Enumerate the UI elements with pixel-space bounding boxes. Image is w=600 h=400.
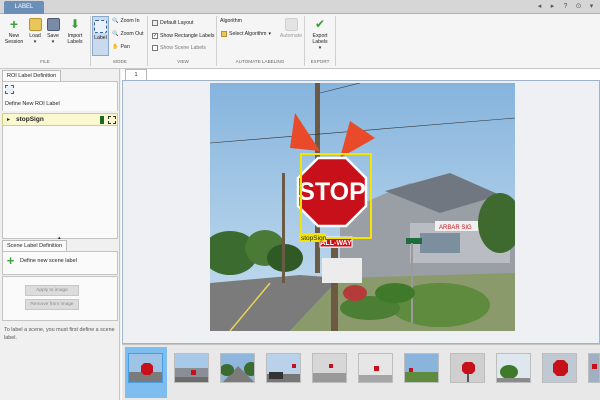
checkbox-icon [152,45,158,51]
add-scene-label-icon[interactable]: + [5,254,16,267]
roi-label-name: stopSign [16,116,44,123]
stop-sign-text: STOP [298,178,366,206]
define-new-roi-label[interactable]: Define New ROI Label [5,101,60,107]
checkbox-checked-icon: ✓ [152,33,158,39]
roi-label-row-stopsign[interactable]: ▸ stopSign [2,113,118,126]
roi-box-label: stopSign [301,235,327,242]
title-strip: LABEL ◂ ▸ ? ⊙ ▾ [0,0,600,14]
save-button[interactable]: Save ▾ [45,18,61,45]
thumbnail[interactable] [312,353,347,383]
roi-define-area: Define New ROI Label [2,81,118,111]
separator [335,16,336,66]
roi-label-list [2,126,118,239]
export-check-icon: ✔ [314,17,326,31]
image-tab-1[interactable]: 1 [125,69,147,80]
folder-icon [28,18,42,31]
rectangle-type-icon [108,116,116,124]
define-roi-icon[interactable] [5,85,14,94]
section-view: VIEW [177,59,189,64]
algorithm-label: Algorithm [220,18,242,24]
thumbnail[interactable] [220,353,255,383]
remove-from-image-button[interactable]: Remove from image [25,299,79,310]
show-scene-labels-checkbox[interactable]: Show Scene Labels [152,45,206,51]
thumbnail[interactable] [588,353,600,383]
label-color-swatch [100,116,104,124]
hand-icon: ✋ [112,44,119,50]
thumbnail[interactable] [404,353,439,383]
zoom-in-icon: 🔍 [112,18,119,24]
separator [147,16,148,66]
import-labels-button[interactable]: ⬇ Import Labels [63,17,87,46]
left-panel: ROI Label Definition Define New ROI Labe… [0,69,120,400]
scene-define-area: + Define new scene label [2,251,118,275]
thumbnail[interactable] [128,353,163,383]
label-mode-button[interactable]: Label [92,16,109,56]
import-arrow-icon: ⬇ [69,17,81,31]
algorithm-folder-icon [221,31,227,37]
main-area: 1 ARBAR SIG STOP ALL-WAY stopSign [121,69,600,400]
section-mode: MODE [113,59,127,64]
dropdown-icon[interactable]: ▾ [587,2,596,11]
export-labels-button[interactable]: ✔ Export Labels ▾ [307,17,333,52]
quick-access-toolbar: ◂ ▸ ? ⊙ ▾ [535,2,596,11]
section-file: FILE [40,59,50,64]
tab-label[interactable]: LABEL [4,1,44,14]
default-layout-button[interactable]: Default Layout [152,20,193,26]
new-session-button[interactable]: + New Session [3,16,25,45]
toolstrip: + New Session Load ▾ Save ▾ ⬇ Import Lab… [0,14,600,69]
svg-text:ARBAR SIG: ARBAR SIG [439,225,472,231]
image-browser-strip [122,344,600,400]
thumbnail[interactable] [450,353,485,383]
load-button[interactable]: Load ▾ [26,18,44,45]
app-window: LABEL ◂ ▸ ? ⊙ ▾ + New Session Load ▾ Sav… [0,0,600,400]
automate-icon [284,18,298,31]
thumbnail[interactable] [174,353,209,383]
image-viewer[interactable]: ARBAR SIG STOP ALL-WAY stopSign [122,80,600,344]
settings-icon[interactable]: ⊙ [574,2,583,11]
thumbnail[interactable] [496,353,531,383]
define-new-scene-label[interactable]: Define new scene label [20,258,77,264]
automate-button[interactable]: Automate [278,18,304,39]
zoom-out-icon: 🔍 [112,31,119,37]
section-automate: AUTOMATE LABELING [235,59,285,64]
apply-to-image-button[interactable]: Apply to image [25,285,79,296]
forward-icon[interactable]: ▸ [548,2,557,11]
plus-icon: + [9,16,19,32]
scene-label-list: Apply to image Remove from image [2,276,118,321]
thumbnail[interactable] [542,353,577,383]
show-rectangle-labels-checkbox[interactable]: ✓ Show Rectangle Labels [152,33,215,39]
chevron-down-icon: ▾ [268,31,272,37]
separator [90,16,91,66]
thumbnail[interactable] [358,353,393,383]
save-icon [46,18,60,31]
thumbnail[interactable] [266,353,301,383]
pan-button[interactable]: ✋ Pan [112,44,130,50]
expand-arrow-icon[interactable]: ▸ [7,116,10,123]
separator [216,16,217,66]
select-algorithm-dropdown[interactable]: Select Algorithm ▾ [221,31,271,37]
zoom-out-button[interactable]: 🔍 Zoom Out [112,31,144,37]
zoom-in-button[interactable]: 🔍 Zoom In [112,18,140,24]
scene-hint-text: To label a scene, you must first define … [4,327,115,341]
back-icon[interactable]: ◂ [535,2,544,11]
help-icon[interactable]: ? [561,2,570,11]
street-photo[interactable]: ARBAR SIG STOP ALL-WAY stopSign [210,83,515,331]
section-export: EXPORT [310,59,330,64]
rectangle-label-icon [94,20,107,33]
layout-icon [152,20,158,26]
